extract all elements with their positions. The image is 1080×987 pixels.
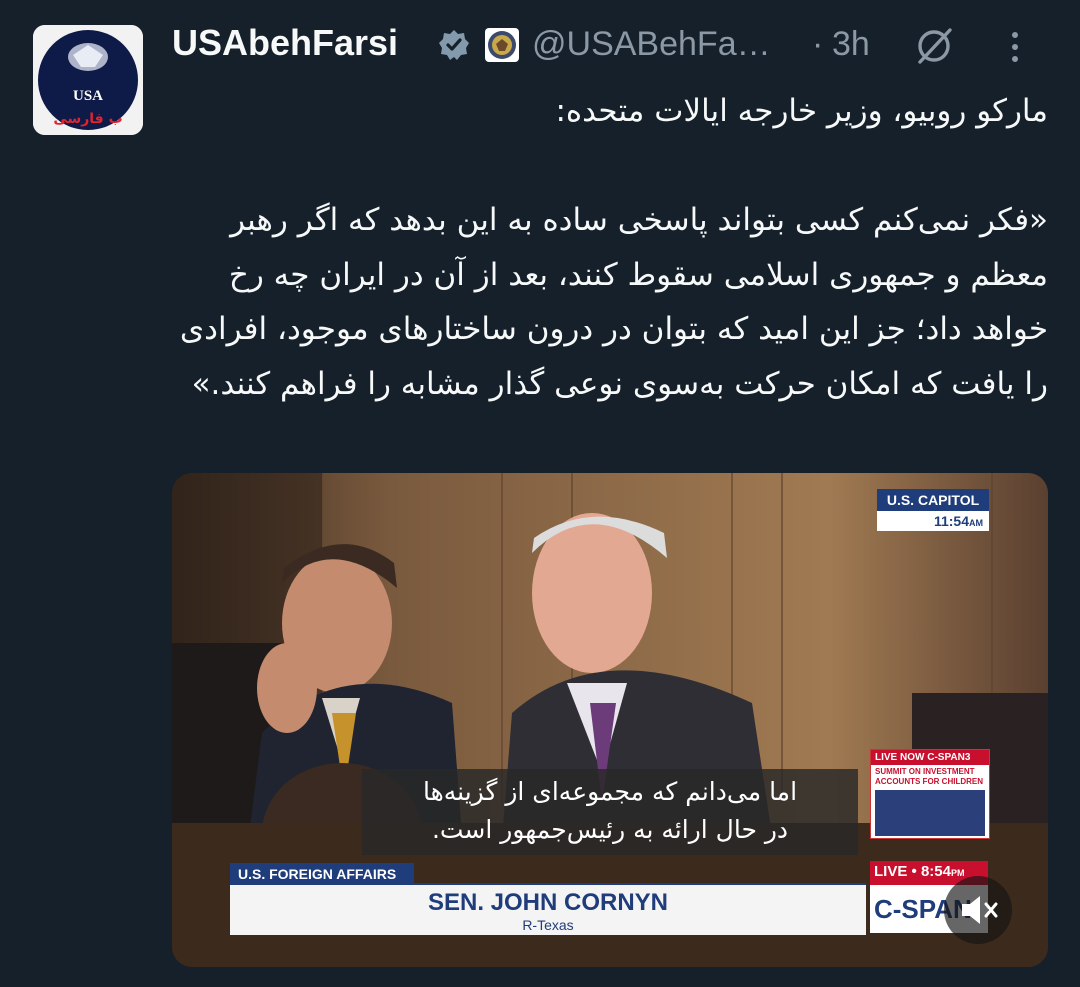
separator-dot: · [812,25,824,63]
location-label: U.S. CAPITOL [877,489,989,511]
tweet-header: USAbehFarsi @USABehFa… · 3h [172,22,1052,68]
avatar-text-farsi: ب فارسی [53,111,122,127]
more-options-icon[interactable] [1008,30,1022,64]
location-time: 11:54AM [877,511,989,531]
grok-icon[interactable] [912,24,956,68]
live-now-thumbnail [875,790,985,836]
mute-icon[interactable] [944,876,1012,944]
live-now-promo: LIVE NOW C-SPAN3 SUMMIT ON INVESTMENT AC… [870,749,990,839]
live-now-title: SUMMIT ON INVESTMENT ACCOUNTS FOR CHILDR… [875,767,983,786]
subtitle-line-2: در حال ارائه به رئیس‌جمهور است. [431,815,789,844]
subtitle-line-1: اما می‌دانم که مجموعه‌ای از گزینه‌ها [422,777,798,806]
tweet-text: مارکو روبیو، وزیر خارجه ایالات متحده: «ف… [179,93,1048,402]
speaker-party: R-Texas [522,917,574,933]
lower-third: SEN. JOHN CORNYN R-Texas [230,883,866,935]
verified-badge-icon[interactable] [437,28,471,62]
video-player[interactable]: U.S. CAPITOL 11:54AM LIVE NOW C-SPAN3 SU… [172,473,1048,967]
avatar[interactable]: USA ب فارسی [33,25,143,135]
author-handle[interactable]: @USABehFa… [532,25,771,64]
avatar-text-usa: USA [73,88,103,104]
speaker-name: SEN. JOHN CORNYN [427,889,669,916]
live-now-label: LIVE NOW C-SPAN3 [871,750,989,765]
post-time[interactable]: 3h [832,25,870,64]
avatar-image: USA ب فارسی [33,25,143,135]
state-department-seal-icon[interactable] [484,27,520,63]
author-name[interactable]: USAbehFarsi [172,22,398,64]
program-tag: U.S. FOREIGN AFFAIRS [230,863,414,885]
video-subtitle: اما می‌دانم که مجموعه‌ای از گزینه‌ها در … [362,769,858,855]
location-bug: U.S. CAPITOL 11:54AM [877,489,989,533]
